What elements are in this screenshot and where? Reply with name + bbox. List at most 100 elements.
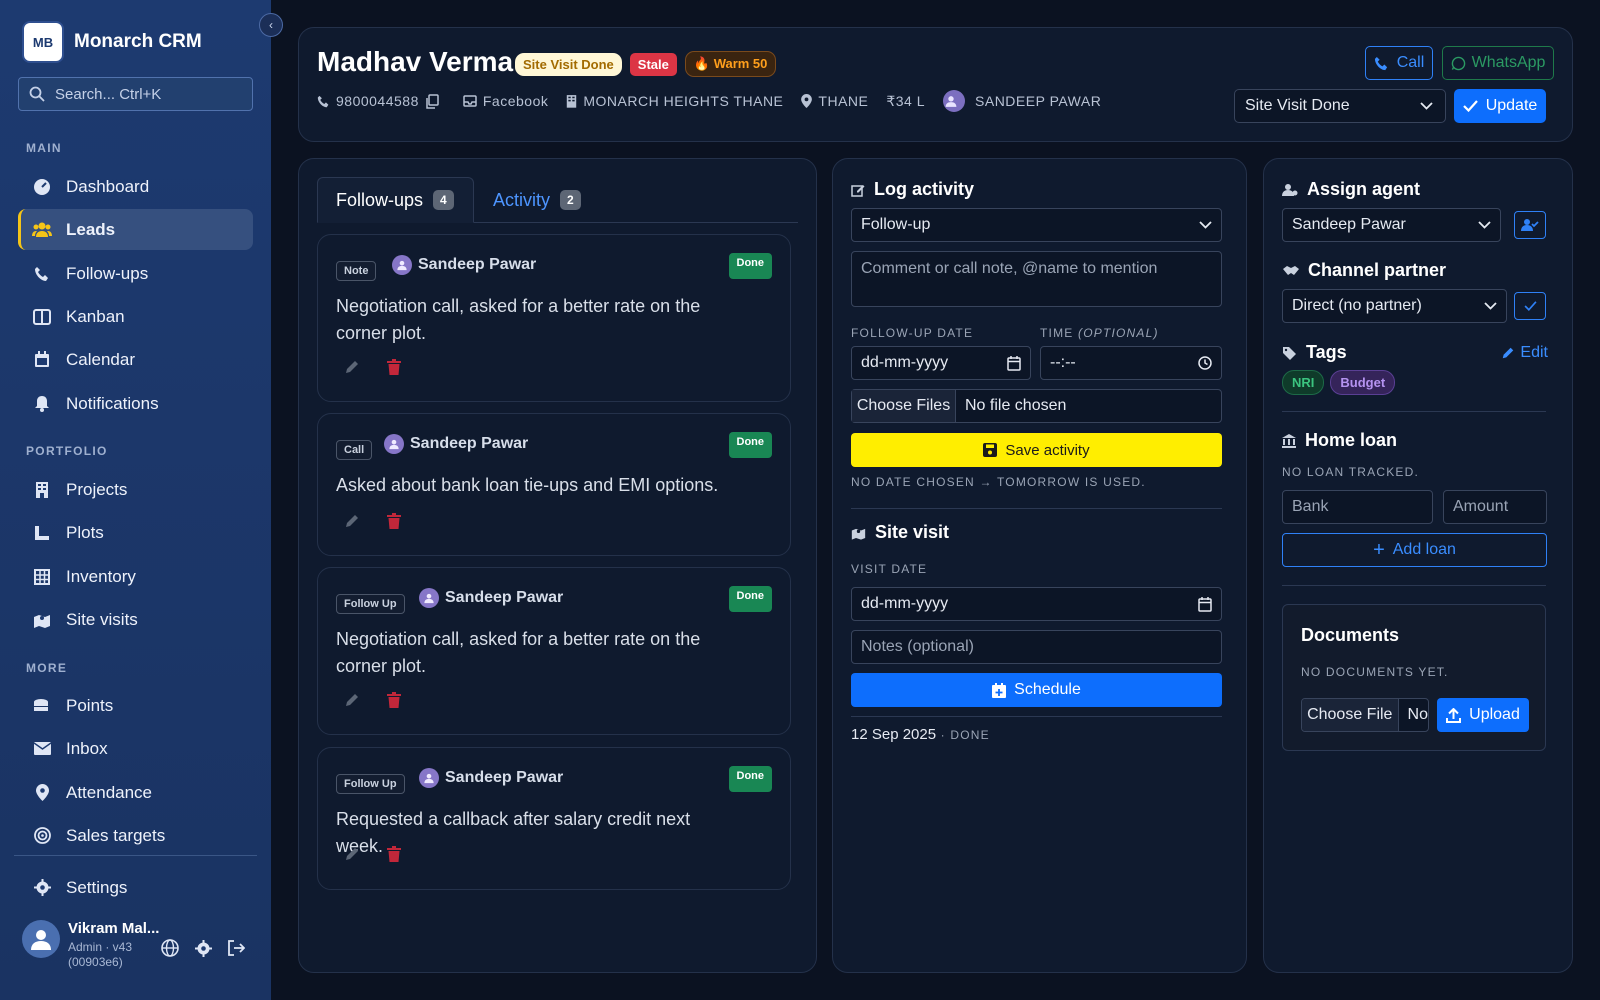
ruler-icon bbox=[32, 523, 52, 543]
nav-item-settings[interactable]: Settings bbox=[18, 867, 253, 908]
date-placeholder: dd-mm-yyyy bbox=[861, 595, 949, 612]
bell-icon bbox=[32, 394, 52, 414]
collapse-sidebar-button[interactable]: ‹ bbox=[259, 13, 283, 37]
chevron-down-icon bbox=[1478, 221, 1491, 229]
call-label: Call bbox=[1396, 54, 1425, 71]
pencil-icon[interactable] bbox=[342, 357, 362, 377]
visit-history-item: 12 Sep 2025 · DONE bbox=[851, 726, 990, 743]
confirm-partner-button[interactable] bbox=[1514, 292, 1546, 320]
followup-card: Call Sandeep Pawar Done Asked about bank… bbox=[317, 413, 791, 556]
nav-item-plots[interactable]: Plots bbox=[18, 512, 253, 553]
phone-icon bbox=[1374, 56, 1387, 70]
nav-item-points[interactable]: Points bbox=[18, 685, 253, 726]
add-loan-button[interactable]: + Add loan bbox=[1282, 533, 1547, 567]
copy-icon[interactable] bbox=[425, 93, 439, 109]
comment-textarea[interactable]: Comment or call note, @name to mention bbox=[851, 251, 1222, 307]
agent-select[interactable]: Sandeep Pawar bbox=[1282, 208, 1501, 242]
tab-count: 2 bbox=[560, 190, 581, 210]
save-icon bbox=[983, 443, 998, 457]
followup-card: Note Sandeep Pawar Done Negotiation call… bbox=[317, 234, 791, 402]
trash-icon[interactable] bbox=[384, 357, 404, 377]
followup-date-label: FOLLOW-UP DATE bbox=[851, 326, 974, 340]
user-role: Admin · v43 bbox=[68, 940, 133, 954]
whatsapp-icon bbox=[1451, 56, 1465, 70]
nav-item-inventory[interactable]: Inventory bbox=[18, 556, 253, 597]
logout-icon[interactable] bbox=[226, 938, 246, 958]
tag-chip[interactable]: Budget bbox=[1330, 370, 1396, 395]
channel-partner-select[interactable]: Direct (no partner) bbox=[1282, 289, 1507, 323]
activity-type-select[interactable]: Follow-up bbox=[851, 208, 1222, 242]
nav-item-site-visits[interactable]: Site visits bbox=[18, 599, 253, 640]
call-button[interactable]: Call bbox=[1365, 46, 1433, 80]
nav-item-attendance[interactable]: Attendance bbox=[18, 772, 253, 813]
pencil-icon[interactable] bbox=[342, 511, 362, 531]
no-documents-text: NO DOCUMENTS YET. bbox=[1301, 665, 1449, 679]
phone-icon bbox=[317, 95, 329, 107]
location-icon bbox=[32, 783, 52, 803]
no-loan-text: NO LOAN TRACKED. bbox=[1282, 465, 1420, 479]
done-badge: Done bbox=[728, 432, 772, 458]
amount-input[interactable]: Amount bbox=[1443, 490, 1547, 524]
trash-icon[interactable] bbox=[384, 511, 404, 531]
save-activity-button[interactable]: Save activity bbox=[851, 433, 1222, 467]
nav-item-leads[interactable]: Leads bbox=[18, 209, 253, 250]
brand[interactable]: MB Monarch CRM bbox=[22, 21, 202, 63]
inbox-icon bbox=[463, 95, 477, 107]
schedule-button[interactable]: Schedule bbox=[851, 673, 1222, 707]
nav-label: Dashboard bbox=[66, 176, 150, 196]
nav-item-dashboard[interactable]: Dashboard bbox=[18, 166, 253, 207]
choose-files-button[interactable]: Choose Files bbox=[852, 390, 956, 422]
visit-notes-input[interactable]: Notes (optional) bbox=[851, 630, 1222, 664]
nav-item-inbox[interactable]: Inbox bbox=[18, 728, 253, 769]
trash-icon[interactable] bbox=[384, 844, 404, 864]
edit-tags-link[interactable]: Edit bbox=[1501, 344, 1548, 362]
status-select[interactable]: Site Visit Done bbox=[1234, 89, 1446, 123]
settings-gear-icon[interactable] bbox=[193, 938, 213, 958]
followup-author: Sandeep Pawar bbox=[392, 255, 536, 275]
author-avatar bbox=[419, 588, 439, 608]
tag-chip[interactable]: NRI bbox=[1282, 370, 1325, 395]
edit-label: Edit bbox=[1520, 344, 1548, 361]
nav-item-projects[interactable]: Projects bbox=[18, 469, 253, 510]
search-input[interactable]: Search... Ctrl+K bbox=[18, 77, 253, 111]
activity-panel: Log activity Follow-up Comment or call n… bbox=[832, 158, 1247, 973]
nav-item-notifications[interactable]: Notifications bbox=[18, 383, 253, 424]
pencil-icon[interactable] bbox=[342, 844, 362, 864]
upload-button[interactable]: Upload bbox=[1437, 698, 1529, 732]
assign-agent-button[interactable] bbox=[1514, 211, 1546, 239]
tab-followups[interactable]: Follow-ups 4 bbox=[317, 177, 474, 223]
bank-icon bbox=[1282, 433, 1296, 448]
nav-item-kanban[interactable]: Kanban bbox=[18, 296, 253, 337]
building-icon bbox=[567, 95, 577, 108]
globe-icon[interactable] bbox=[160, 938, 180, 958]
followup-date-input[interactable]: dd-mm-yyyy bbox=[851, 346, 1031, 380]
nav-item-calendar[interactable]: Calendar bbox=[18, 339, 253, 380]
author-name: Sandeep Pawar bbox=[445, 769, 564, 786]
bank-input[interactable]: Bank bbox=[1282, 490, 1433, 524]
update-button[interactable]: Update bbox=[1454, 89, 1546, 123]
tags-icon bbox=[1283, 346, 1296, 360]
nav-item-followups[interactable]: Follow-ups bbox=[18, 253, 253, 294]
whatsapp-button[interactable]: WhatsApp bbox=[1442, 46, 1554, 80]
tab-bar: Follow-ups 4 Activity 2 bbox=[317, 177, 798, 223]
followup-text: Asked about bank loan tie-ups and EMI op… bbox=[336, 475, 719, 495]
pencil-icon bbox=[1503, 347, 1514, 359]
location-label: THANE bbox=[818, 93, 869, 109]
calendar-plus-icon bbox=[992, 682, 1007, 698]
file-input[interactable]: Choose Files No file chosen bbox=[851, 389, 1222, 423]
followup-card: Follow Up Sandeep Pawar Done Requested a… bbox=[317, 747, 791, 890]
tab-activity[interactable]: Activity 2 bbox=[475, 177, 599, 223]
visit-date-input[interactable]: dd-mm-yyyy bbox=[851, 587, 1222, 621]
document-file-input[interactable]: Choose File No bbox=[1301, 698, 1429, 732]
nav-item-sales-targets[interactable]: Sales targets bbox=[18, 815, 253, 856]
user-profile[interactable]: Vikram Mal... Admin · v43 (00903e6) bbox=[22, 920, 159, 969]
section-title-label: Home loan bbox=[1305, 430, 1398, 450]
nav-label: Settings bbox=[66, 877, 128, 897]
tab-count: 4 bbox=[433, 190, 454, 210]
trash-icon[interactable] bbox=[384, 690, 404, 710]
no-file-text: No bbox=[1407, 706, 1428, 723]
pencil-icon[interactable] bbox=[342, 690, 362, 710]
time-input[interactable]: --:-- bbox=[1040, 346, 1222, 380]
choose-file-button[interactable]: Choose File bbox=[1302, 699, 1399, 731]
tab-label: Activity bbox=[493, 189, 551, 210]
